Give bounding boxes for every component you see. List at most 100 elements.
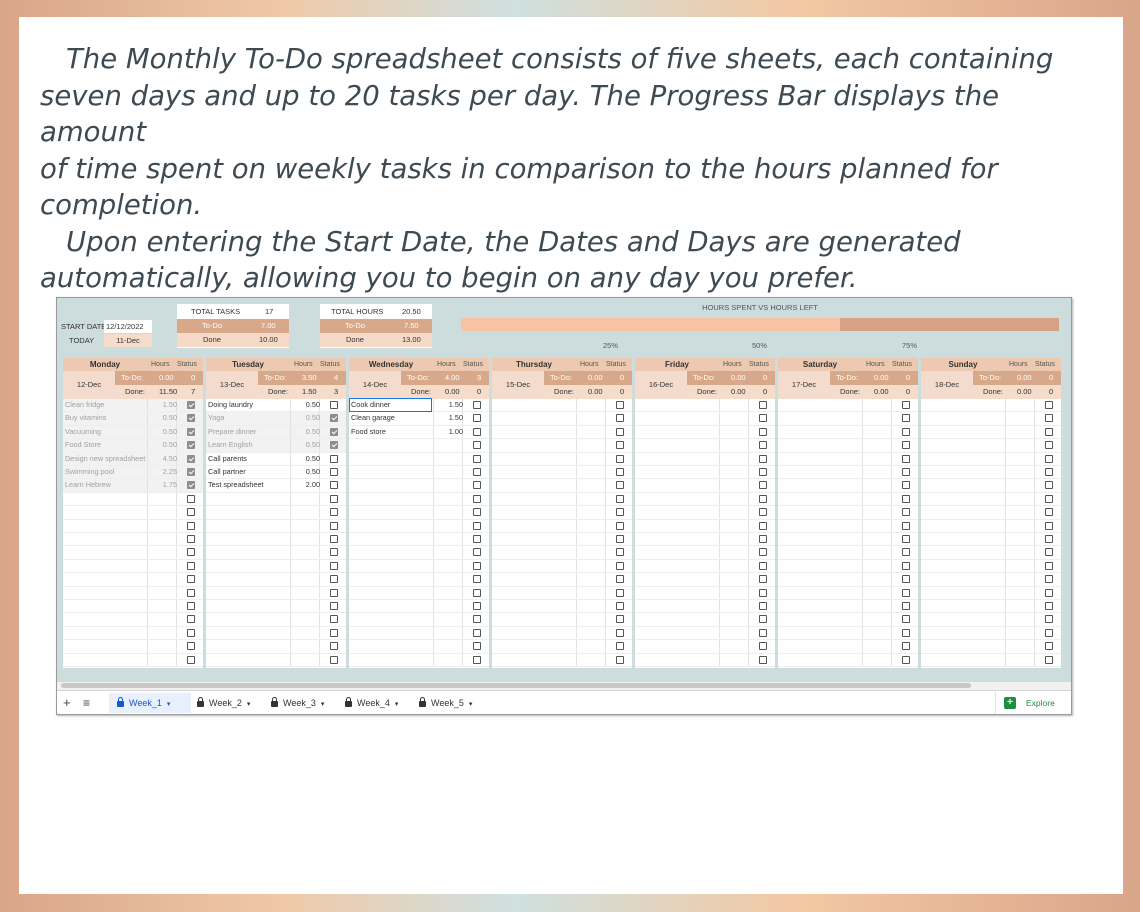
task-name[interactable]: Food Store [65, 439, 101, 451]
status-checkbox[interactable] [473, 561, 481, 570]
task-name[interactable]: Call parents [208, 453, 247, 465]
status-checkbox[interactable] [187, 401, 195, 409]
task-row[interactable] [206, 506, 346, 520]
status-checkbox[interactable] [187, 454, 195, 463]
task-row[interactable] [63, 533, 203, 547]
status-checkbox[interactable] [902, 575, 910, 584]
status-checkbox[interactable] [902, 655, 910, 664]
status-checkbox[interactable] [330, 575, 338, 584]
task-row[interactable] [635, 586, 775, 600]
task-row[interactable] [206, 586, 346, 600]
status-checkbox[interactable] [759, 588, 767, 597]
task-name[interactable]: Food store [351, 426, 386, 438]
status-checkbox[interactable] [187, 521, 195, 530]
task-name[interactable]: Learn Hebrew [65, 479, 111, 491]
status-checkbox[interactable] [902, 508, 910, 517]
status-checkbox[interactable] [759, 427, 767, 436]
status-checkbox[interactable] [902, 628, 910, 637]
status-checkbox[interactable] [616, 602, 624, 610]
task-hours[interactable]: 0.50 [306, 412, 320, 424]
status-checkbox[interactable] [902, 401, 910, 409]
status-checkbox[interactable] [473, 521, 481, 530]
task-row[interactable] [921, 519, 1061, 533]
status-checkbox[interactable] [616, 454, 624, 463]
status-checkbox[interactable] [330, 602, 338, 610]
status-checkbox[interactable] [187, 508, 195, 517]
task-row[interactable] [349, 586, 489, 600]
status-checkbox[interactable] [473, 414, 481, 423]
task-name[interactable]: Clean fridge [65, 399, 104, 411]
task-row[interactable] [349, 546, 489, 560]
task-row[interactable] [921, 600, 1061, 614]
status-checkbox[interactable] [473, 401, 481, 409]
task-row[interactable] [635, 546, 775, 560]
task-row[interactable]: Test spreadsheet 2.00 [206, 479, 346, 493]
task-row[interactable] [206, 533, 346, 547]
task-row[interactable]: Prepare dinner 0.50 [206, 425, 346, 440]
task-row[interactable] [635, 519, 775, 533]
status-checkbox[interactable] [473, 481, 481, 490]
status-checkbox[interactable] [330, 655, 338, 664]
status-checkbox[interactable] [187, 468, 195, 476]
task-row[interactable] [921, 425, 1061, 440]
sheet-tab-5[interactable]: Week_5 ▾ [411, 693, 485, 713]
task-row[interactable] [349, 559, 489, 574]
task-row[interactable] [206, 559, 346, 574]
task-row[interactable] [492, 600, 632, 614]
task-row[interactable] [492, 506, 632, 520]
task-row[interactable] [635, 559, 775, 574]
task-row[interactable] [635, 533, 775, 547]
status-checkbox[interactable] [1045, 561, 1053, 570]
explore-button[interactable]: + Explore [995, 692, 1071, 714]
task-hours[interactable]: 4.50 [163, 453, 177, 465]
caret-down-icon[interactable]: ▾ [395, 695, 399, 714]
status-checkbox[interactable] [616, 561, 624, 570]
start-date-input[interactable]: 12/12/2022 [104, 320, 152, 333]
task-row[interactable] [921, 412, 1061, 426]
task-row[interactable] [921, 546, 1061, 560]
task-row[interactable] [206, 640, 346, 654]
task-row[interactable] [635, 626, 775, 641]
task-row[interactable] [921, 506, 1061, 520]
task-row[interactable] [492, 439, 632, 453]
status-checkbox[interactable] [187, 588, 195, 597]
task-row[interactable] [921, 573, 1061, 587]
task-row[interactable] [349, 492, 489, 507]
status-checkbox[interactable] [759, 561, 767, 570]
task-row[interactable] [778, 479, 918, 493]
task-row[interactable] [206, 600, 346, 614]
task-row[interactable] [492, 559, 632, 574]
task-row[interactable] [921, 586, 1061, 600]
status-checkbox[interactable] [1045, 414, 1053, 423]
task-hours[interactable]: 1.00 [449, 426, 463, 438]
task-row[interactable] [206, 492, 346, 507]
task-row[interactable] [635, 466, 775, 480]
status-checkbox[interactable] [473, 508, 481, 517]
status-checkbox[interactable] [330, 548, 338, 557]
status-checkbox[interactable] [187, 481, 195, 490]
task-row[interactable] [349, 439, 489, 453]
task-name[interactable]: Test spreadsheet [208, 479, 264, 491]
caret-down-icon[interactable]: ▾ [167, 695, 171, 714]
task-row[interactable] [492, 452, 632, 466]
task-name[interactable]: Swimming pool [65, 466, 114, 478]
status-checkbox[interactable] [759, 655, 767, 664]
status-checkbox[interactable] [187, 655, 195, 664]
status-checkbox[interactable] [1045, 468, 1053, 476]
task-row[interactable]: Vacuuming 0.50 [63, 425, 203, 440]
status-checkbox[interactable] [1045, 655, 1053, 664]
status-checkbox[interactable] [616, 655, 624, 664]
status-checkbox[interactable] [187, 414, 195, 423]
task-row[interactable]: Food Store 0.50 [63, 439, 203, 453]
task-row[interactable] [492, 412, 632, 426]
task-name[interactable]: Call partner [208, 466, 246, 478]
status-checkbox[interactable] [1045, 401, 1053, 409]
task-row[interactable] [778, 506, 918, 520]
status-checkbox[interactable] [473, 427, 481, 436]
caret-down-icon[interactable]: ▾ [469, 695, 473, 714]
status-checkbox[interactable] [759, 615, 767, 624]
status-checkbox[interactable] [473, 548, 481, 557]
status-checkbox[interactable] [1045, 494, 1053, 503]
task-row[interactable] [492, 586, 632, 600]
task-row[interactable] [492, 640, 632, 654]
